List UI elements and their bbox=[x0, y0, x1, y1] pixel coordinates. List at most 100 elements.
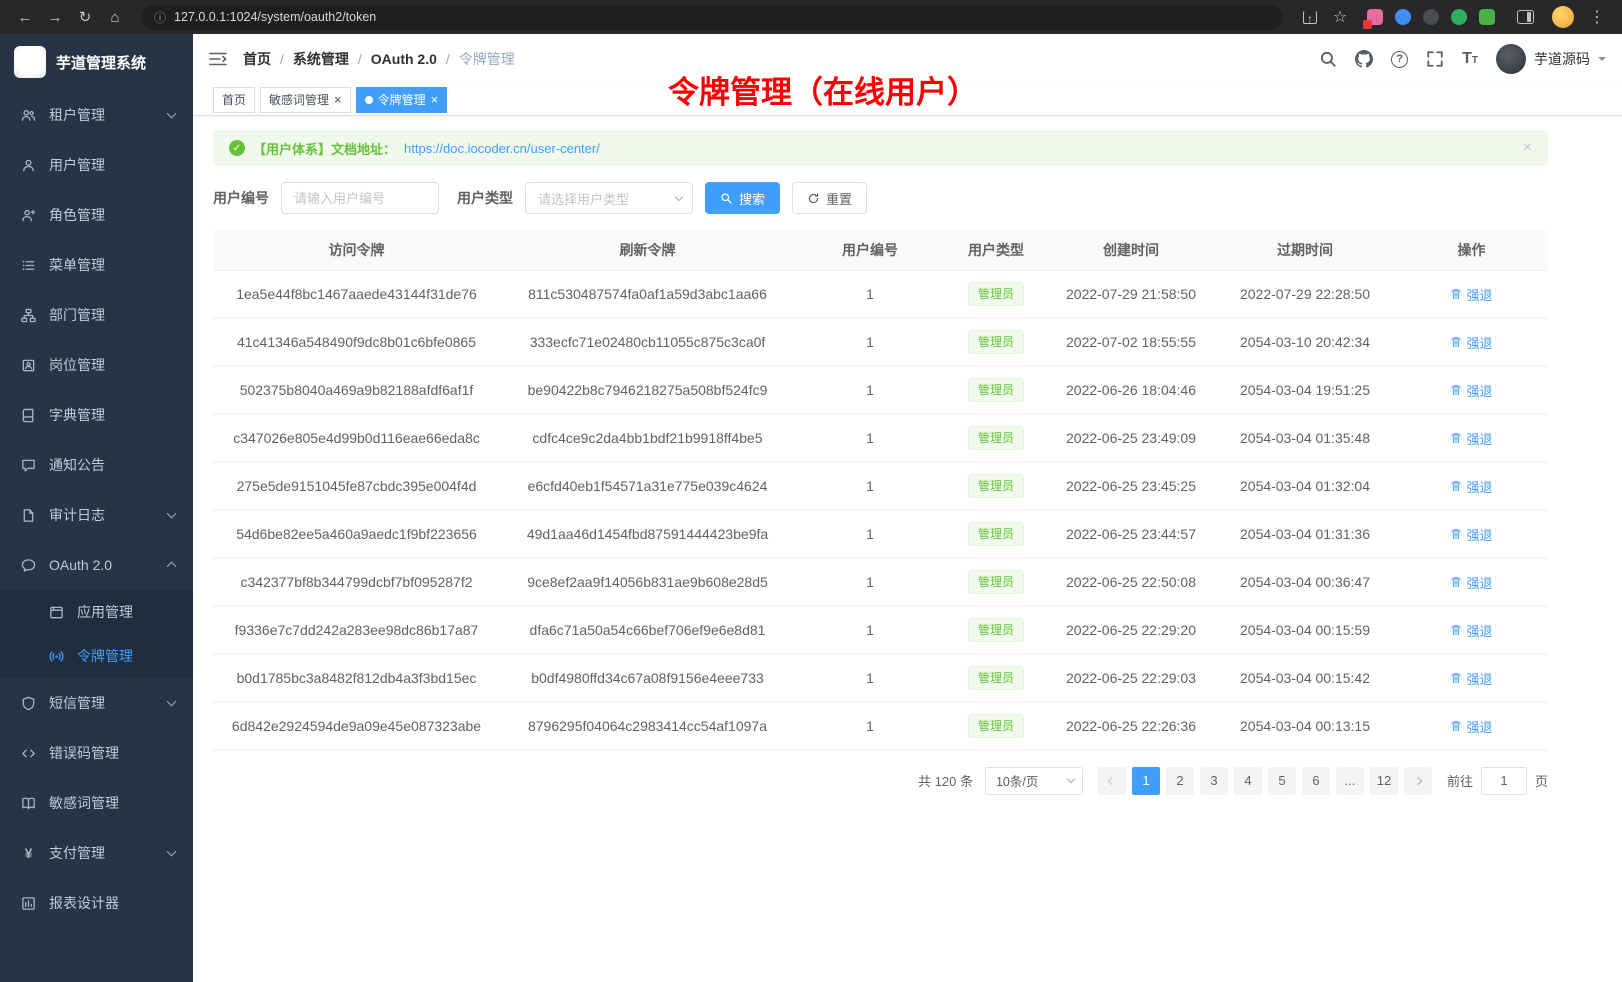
breadcrumb-item[interactable]: 系统管理 bbox=[293, 49, 349, 69]
delete-icon bbox=[1450, 624, 1462, 636]
page-number-button[interactable]: 5 bbox=[1268, 767, 1296, 795]
extension-icon[interactable] bbox=[1395, 9, 1411, 25]
page-size-select[interactable]: 10条/页 bbox=[985, 767, 1083, 795]
sidebar-item-label: 菜单管理 bbox=[49, 255, 175, 275]
extension-icon[interactable] bbox=[1423, 9, 1439, 25]
share-icon[interactable] bbox=[1297, 4, 1323, 30]
page-size-value: 10条/页 bbox=[996, 771, 1038, 790]
create-time-cell: 2022-07-02 18:55:55 bbox=[1047, 318, 1215, 366]
force-logout-button[interactable]: 强退 bbox=[1450, 333, 1492, 352]
search-button[interactable]: 搜索 bbox=[705, 182, 780, 214]
page-number-button[interactable]: 3 bbox=[1200, 767, 1228, 795]
user-type-select[interactable]: 请选择用户类型 bbox=[525, 182, 693, 214]
info-icon[interactable] bbox=[154, 4, 166, 30]
sidebar-item-payment[interactable]: 支付管理 bbox=[0, 828, 193, 878]
bookmark-star-icon[interactable] bbox=[1327, 4, 1353, 30]
tab-token[interactable]: 令牌管理 bbox=[356, 87, 448, 113]
sidebar-item-oauth[interactable]: OAuth 2.0 bbox=[0, 540, 193, 590]
user-type-cell: 管理员 bbox=[945, 558, 1047, 606]
access-token-cell: 502375b8040a469a9b82188afdf6af1f bbox=[213, 366, 500, 414]
goto-page-input[interactable] bbox=[1481, 767, 1527, 795]
help-icon[interactable] bbox=[1391, 51, 1408, 68]
browser-profile-avatar[interactable] bbox=[1552, 6, 1574, 28]
user-avatar bbox=[1496, 44, 1526, 74]
tab-sensitive-word[interactable]: 敏感词管理 bbox=[260, 87, 351, 113]
sidebar-item-label: 敏感词管理 bbox=[49, 793, 175, 813]
doc-link[interactable]: https://doc.iocoder.cn/user-center/ bbox=[404, 141, 600, 156]
reload-icon[interactable] bbox=[72, 4, 98, 30]
user-type-label: 用户类型 bbox=[457, 188, 513, 208]
sidebar-item-sms[interactable]: 短信管理 bbox=[0, 678, 193, 728]
alert-text: 【用户体系】文档地址： bbox=[253, 139, 396, 158]
sidebar-item-notice[interactable]: 通知公告 bbox=[0, 440, 193, 490]
forward-icon[interactable] bbox=[42, 4, 68, 30]
page-number-button[interactable]: 2 bbox=[1166, 767, 1194, 795]
sidebar-item-menu[interactable]: 菜单管理 bbox=[0, 240, 193, 290]
force-logout-button[interactable]: 强退 bbox=[1450, 285, 1492, 304]
breadcrumb-item[interactable]: OAuth 2.0 bbox=[371, 51, 437, 67]
search-icon[interactable] bbox=[1319, 50, 1337, 68]
next-page-button[interactable] bbox=[1404, 767, 1432, 795]
tab-home[interactable]: 首页 bbox=[213, 87, 255, 113]
extension-icon[interactable] bbox=[1451, 9, 1467, 25]
reset-button[interactable]: 重置 bbox=[792, 182, 867, 214]
user-menu[interactable]: 芋道源码 bbox=[1496, 44, 1606, 74]
extensions-cluster bbox=[1367, 9, 1495, 25]
close-icon[interactable] bbox=[431, 93, 439, 106]
force-logout-button[interactable]: 强退 bbox=[1450, 717, 1492, 736]
page-number-button[interactable]: 4 bbox=[1234, 767, 1262, 795]
user-id-input[interactable] bbox=[281, 182, 439, 214]
page-number-button[interactable]: ... bbox=[1336, 767, 1364, 795]
sidebar-item-tenant[interactable]: 租户管理 bbox=[0, 90, 193, 140]
sidebar-item-audit-log[interactable]: 审计日志 bbox=[0, 490, 193, 540]
sidebar-collapse-icon[interactable] bbox=[209, 51, 227, 67]
force-logout-button[interactable]: 强退 bbox=[1450, 381, 1492, 400]
breadcrumb-separator: / bbox=[358, 51, 362, 67]
sidebar-item-oauth-token[interactable]: 令牌管理 bbox=[0, 634, 193, 678]
force-logout-button[interactable]: 强退 bbox=[1450, 477, 1492, 496]
sidebar-item-label: 通知公告 bbox=[49, 455, 175, 475]
sidebar-item-sensitive-word[interactable]: 敏感词管理 bbox=[0, 778, 193, 828]
font-size-icon[interactable] bbox=[1462, 50, 1478, 68]
sidebar-item-dict[interactable]: 字典管理 bbox=[0, 390, 193, 440]
sidebar-item-user[interactable]: 用户管理 bbox=[0, 140, 193, 190]
user-type-cell: 管理员 bbox=[945, 654, 1047, 702]
force-logout-button[interactable]: 强退 bbox=[1450, 429, 1492, 448]
force-logout-button[interactable]: 强退 bbox=[1450, 573, 1492, 592]
document-icon bbox=[20, 507, 37, 524]
delete-icon bbox=[1450, 576, 1462, 588]
user-type-tag: 管理员 bbox=[968, 666, 1024, 690]
sidebar-item-report-designer[interactable]: 报表设计器 bbox=[0, 878, 193, 928]
force-logout-button[interactable]: 强退 bbox=[1450, 669, 1492, 688]
extension-icon[interactable] bbox=[1367, 9, 1383, 25]
side-panel-icon[interactable] bbox=[1517, 10, 1534, 24]
user-id-cell: 1 bbox=[795, 462, 945, 510]
back-icon[interactable] bbox=[12, 4, 38, 30]
sidebar-item-error-code[interactable]: 错误码管理 bbox=[0, 728, 193, 778]
create-time-cell: 2022-06-25 23:45:25 bbox=[1047, 462, 1215, 510]
home-icon[interactable] bbox=[102, 4, 128, 30]
force-logout-button[interactable]: 强退 bbox=[1450, 525, 1492, 544]
page-number-button[interactable]: 6 bbox=[1302, 767, 1330, 795]
kebab-menu-icon[interactable] bbox=[1584, 4, 1610, 30]
force-logout-button[interactable]: 强退 bbox=[1450, 621, 1492, 640]
prev-page-button[interactable] bbox=[1098, 767, 1126, 795]
sidebar-item-dept[interactable]: 部门管理 bbox=[0, 290, 193, 340]
alert-close-icon[interactable] bbox=[1523, 139, 1532, 157]
close-icon[interactable] bbox=[334, 93, 342, 106]
sidebar-item-label: 应用管理 bbox=[77, 602, 175, 622]
fullscreen-icon[interactable] bbox=[1426, 50, 1444, 68]
url-bar[interactable]: 127.0.0.1:1024/system/oauth2/token bbox=[142, 5, 1283, 30]
github-icon[interactable] bbox=[1355, 50, 1373, 68]
breadcrumb-item[interactable]: 首页 bbox=[243, 49, 271, 69]
page-number-button[interactable]: 1 bbox=[1132, 767, 1160, 795]
sidebar-item-post[interactable]: 岗位管理 bbox=[0, 340, 193, 390]
topbar-actions: 芋道源码 bbox=[1319, 44, 1606, 74]
extension-badge bbox=[1363, 20, 1372, 29]
page-number-button[interactable]: 12 bbox=[1370, 767, 1398, 795]
browser-chrome: 127.0.0.1:1024/system/oauth2/token bbox=[0, 0, 1622, 34]
app-logo[interactable]: 芋道管理系统 bbox=[0, 34, 193, 90]
sidebar-item-role[interactable]: 角色管理 bbox=[0, 190, 193, 240]
sidebar-item-oauth-apps[interactable]: 应用管理 bbox=[0, 590, 193, 634]
extensions-puzzle-icon[interactable] bbox=[1479, 9, 1495, 25]
